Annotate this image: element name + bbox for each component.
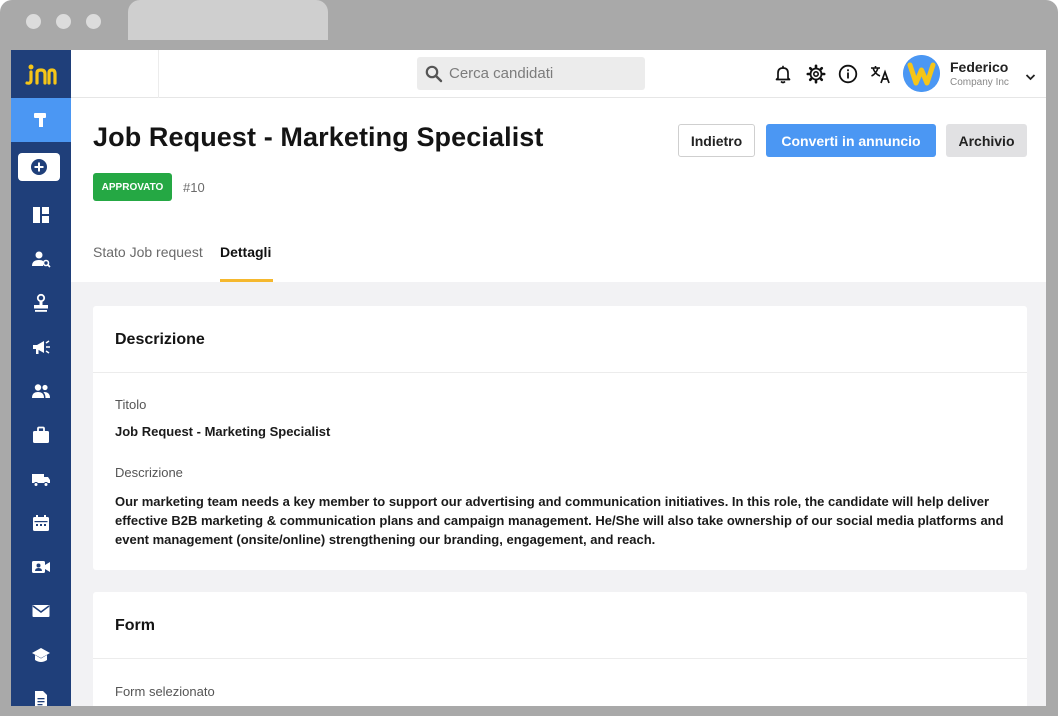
convert-to-ad-button[interactable]: Converti in annuncio xyxy=(766,124,936,157)
info-button[interactable] xyxy=(837,63,859,85)
settings-button[interactable] xyxy=(805,63,827,85)
browser-tab[interactable] xyxy=(128,0,328,40)
sidebar-item-stamp[interactable] xyxy=(11,285,71,321)
translate-button[interactable] xyxy=(870,63,892,85)
sidebar-item-dashboard[interactable] xyxy=(11,197,71,233)
app-viewport: Federico Company Inc Job Request - Marke… xyxy=(11,50,1046,706)
topbar-divider xyxy=(158,50,159,98)
window-close-dot[interactable] xyxy=(26,14,41,29)
sidebar-item-school[interactable] xyxy=(11,637,71,673)
stamp-icon xyxy=(34,293,48,312)
page-header: Job Request - Marketing Specialist APPRO… xyxy=(71,98,1046,282)
archive-button[interactable]: Archivio xyxy=(946,124,1027,157)
window-maximize-dot[interactable] xyxy=(86,14,101,29)
app-logo[interactable] xyxy=(11,50,71,98)
sidebar xyxy=(11,50,71,706)
description-value: Our marketing team needs a key member to… xyxy=(115,494,1004,547)
briefcase-icon xyxy=(33,426,49,443)
description-card: Descrizione Titolo Job Request - Marketi… xyxy=(93,306,1027,570)
user-menu-toggle[interactable] xyxy=(1025,68,1036,86)
sidebar-add-button[interactable] xyxy=(18,153,60,181)
sidebar-item-announcements[interactable] xyxy=(11,329,71,365)
selected-form-label: Form selezionato xyxy=(115,684,215,699)
window-minimize-dot[interactable] xyxy=(56,14,71,29)
avatar-logo-icon xyxy=(903,55,940,92)
calendar-icon xyxy=(33,515,49,531)
sidebar-item-jobs[interactable] xyxy=(11,417,71,453)
sidebar-item-shipping[interactable] xyxy=(11,461,71,497)
form-card: Form Form selezionato xyxy=(93,592,1027,706)
megaphone-icon xyxy=(33,340,50,354)
mail-icon xyxy=(32,605,50,617)
sidebar-item-documents[interactable] xyxy=(11,681,71,706)
search-icon xyxy=(425,65,443,82)
plus-circle-icon xyxy=(31,159,47,175)
dashboard-icon xyxy=(33,207,49,223)
school-icon xyxy=(32,648,50,662)
status-badge: APPROVATO xyxy=(93,173,172,201)
user-name[interactable]: Federico xyxy=(950,59,1008,75)
bell-icon xyxy=(775,65,791,84)
description-label: Descrizione xyxy=(115,465,183,480)
logo-icon xyxy=(25,64,57,85)
sidebar-item-candidates-search[interactable] xyxy=(11,241,71,277)
avatar[interactable] xyxy=(903,55,940,92)
user-company: Company Inc xyxy=(950,77,1009,88)
sidebar-item-tools[interactable] xyxy=(11,98,71,142)
active-tab-indicator xyxy=(220,279,273,282)
document-icon xyxy=(35,691,47,706)
card-divider xyxy=(93,372,1027,373)
translate-icon xyxy=(871,66,890,84)
person-search-icon xyxy=(32,251,51,268)
notifications-button[interactable] xyxy=(772,63,794,85)
title-value: Job Request - Marketing Specialist xyxy=(115,424,331,439)
tab-details[interactable]: Dettagli xyxy=(220,244,271,260)
card-divider xyxy=(93,658,1027,659)
sidebar-item-video-interview[interactable] xyxy=(11,549,71,585)
card-title: Form xyxy=(115,617,155,634)
video-person-icon xyxy=(32,561,50,573)
sidebar-item-team[interactable] xyxy=(11,373,71,409)
browser-window: Federico Company Inc Job Request - Marke… xyxy=(0,0,1058,716)
info-icon xyxy=(838,64,858,84)
search-input[interactable] xyxy=(449,65,629,82)
card-title: Descrizione xyxy=(115,331,205,348)
sidebar-item-mail[interactable] xyxy=(11,593,71,629)
page-title: Job Request - Marketing Specialist xyxy=(93,122,544,152)
truck-icon xyxy=(32,474,50,487)
back-button[interactable]: Indietro xyxy=(678,124,755,157)
people-icon xyxy=(32,384,50,398)
chevron-down-icon xyxy=(1025,74,1036,81)
hammer-icon xyxy=(34,113,46,127)
sidebar-item-calendar[interactable] xyxy=(11,505,71,541)
search-box[interactable] xyxy=(417,57,645,90)
request-id: #10 xyxy=(183,180,205,195)
tab-job-request-status[interactable]: Stato Job request xyxy=(93,244,203,260)
title-label: Titolo xyxy=(115,397,147,412)
gear-icon xyxy=(806,64,826,84)
top-bar: Federico Company Inc xyxy=(71,50,1046,98)
